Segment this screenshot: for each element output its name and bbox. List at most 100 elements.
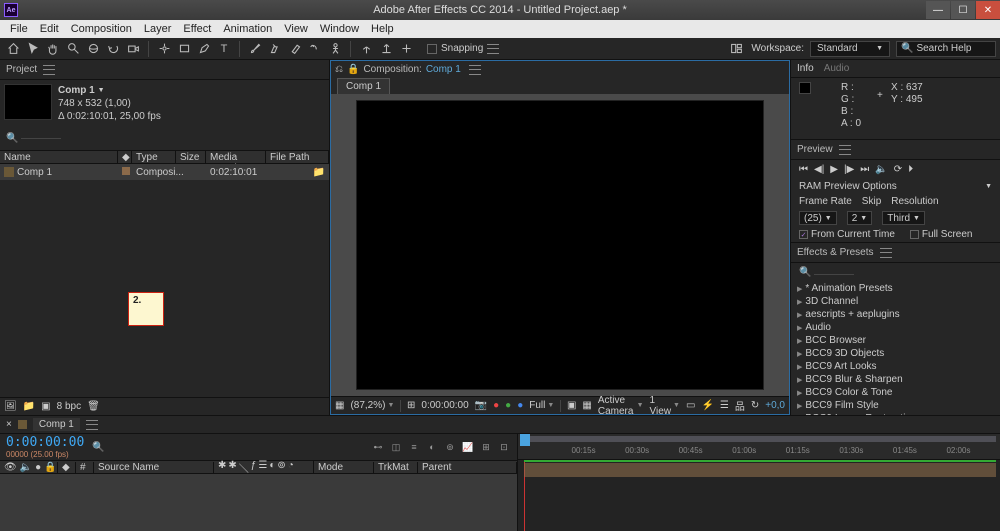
menu-help[interactable]: Help <box>365 23 400 35</box>
snapping-menu-icon[interactable] <box>487 44 499 54</box>
pixel-aspect-icon[interactable]: ▭ <box>686 400 695 411</box>
effect-category[interactable]: ▶aescripts + aeplugins <box>795 308 996 321</box>
speaker-column-icon[interactable]: 🔈 <box>20 462 32 473</box>
project-search-input[interactable]: 🔍 <box>6 133 323 144</box>
project-tab[interactable]: Project <box>6 64 37 75</box>
disclosure-triangle-icon[interactable]: ▶ <box>797 285 802 293</box>
tl-brain-icon[interactable]: ⊚ <box>443 440 457 454</box>
timeline-search-icon[interactable]: 🔍 <box>92 442 104 453</box>
from-current-checkbox[interactable]: ✓ <box>799 230 808 239</box>
menu-effect[interactable]: Effect <box>177 23 217 35</box>
menu-file[interactable]: File <box>4 23 34 35</box>
snapshot-icon[interactable]: 📷 <box>475 400 487 411</box>
maximize-button[interactable]: ☐ <box>951 1 975 19</box>
tl-draft3d-icon[interactable]: ◫ <box>389 440 403 454</box>
comp-panel-menu-icon[interactable] <box>469 65 481 75</box>
disclosure-triangle-icon[interactable]: ▶ <box>797 389 802 397</box>
world-axis-icon[interactable] <box>377 40 395 58</box>
mode-column[interactable]: Mode <box>314 462 374 473</box>
col-size[interactable]: Size <box>176 151 206 163</box>
comp-flowchart-icon[interactable]: 品 <box>735 398 745 413</box>
prev-frame-icon[interactable]: ◀| <box>814 164 824 175</box>
effects-tab[interactable]: Effects & Presets <box>797 247 874 258</box>
eye-column-icon[interactable]: 👁 <box>4 462 17 473</box>
preview-tab[interactable]: Preview <box>797 144 833 155</box>
col-media-duration[interactable]: Media Duration <box>206 151 266 163</box>
tl-motion-blur-icon[interactable]: ◐ <box>425 440 439 454</box>
menu-edit[interactable]: Edit <box>34 23 65 35</box>
workspace-dropdown[interactable]: Standard▼ <box>810 41 890 57</box>
playhead-indicator[interactable] <box>520 434 530 446</box>
disclosure-triangle-icon[interactable]: ▶ <box>797 324 802 332</box>
effects-menu-icon[interactable] <box>880 248 892 258</box>
transparency-grid-icon[interactable]: ▦ <box>582 400 591 411</box>
exposure-value[interactable]: +0,0 <box>765 400 785 411</box>
fast-preview-icon[interactable]: ⚡ <box>701 400 713 411</box>
preview-menu-icon[interactable] <box>839 145 851 155</box>
tl-frame-blend-icon[interactable]: ≡ <box>407 440 421 454</box>
zoom-tool-icon[interactable] <box>64 40 82 58</box>
project-item-comp1[interactable]: Comp 1 Composi... 0:02:10:01 📁 <box>0 164 329 180</box>
timeline-menu-icon[interactable] <box>86 420 98 430</box>
home-tool-icon[interactable] <box>4 40 22 58</box>
col-file-path[interactable]: File Path <box>266 151 329 163</box>
composition-canvas[interactable] <box>356 100 764 390</box>
tl-aac-icon[interactable]: ⊞ <box>479 440 493 454</box>
lock-icon[interactable]: 🔒 <box>347 64 359 75</box>
col-type[interactable]: Type <box>132 151 176 163</box>
pan-behind-tool-icon[interactable] <box>155 40 173 58</box>
disclosure-triangle-icon[interactable]: ▶ <box>797 415 802 416</box>
resolution-dropdown[interactable]: Full▼ <box>529 400 554 411</box>
flowchart-icon[interactable]: ⎌ <box>335 64 343 75</box>
effect-category[interactable]: ▶* Animation Presets <box>795 282 996 295</box>
roi-icon[interactable]: ▣ <box>567 400 576 411</box>
layer-duration-bar[interactable] <box>524 463 996 477</box>
menu-view[interactable]: View <box>278 23 314 35</box>
puppet-tool-icon[interactable] <box>326 40 344 58</box>
effect-category[interactable]: ▶BCC Browser <box>795 334 996 347</box>
orbit-tool-icon[interactable] <box>84 40 102 58</box>
zoom-dropdown[interactable]: (87,2%)▼ <box>350 400 394 411</box>
camera-dropdown[interactable]: Active Camera▼ <box>598 395 644 417</box>
effect-category[interactable]: ▶3D Channel <box>795 295 996 308</box>
time-ruler[interactable]: 00:15s00:30s00:45s01:00s01:15s01:30s01:4… <box>518 434 1000 460</box>
timeline-layer-area[interactable] <box>0 474 517 531</box>
comp-thumbnail[interactable] <box>4 84 52 120</box>
timeline-tab-comp1[interactable]: Comp 1 <box>33 418 80 431</box>
preview-resolution-dropdown[interactable]: Third▼ <box>882 211 925 225</box>
next-frame-icon[interactable]: |▶ <box>844 164 854 175</box>
effect-category[interactable]: ▶BCC9 Film Style <box>795 399 996 412</box>
brush-tool-icon[interactable] <box>246 40 264 58</box>
resolution-icon[interactable]: ⊞ <box>407 400 415 411</box>
timecode-display[interactable]: 0:00:00:00 <box>421 400 468 411</box>
tab-audio[interactable]: Audio <box>824 63 850 74</box>
interpret-footage-icon[interactable]: 🖼 <box>4 401 17 412</box>
framerate-dropdown[interactable]: (25)▼ <box>799 211 837 225</box>
menu-animation[interactable]: Animation <box>217 23 278 35</box>
comp-panel-active[interactable]: Comp 1 <box>426 64 461 75</box>
first-frame-icon[interactable]: ⏮ <box>799 164 808 175</box>
rectangle-tool-icon[interactable] <box>175 40 193 58</box>
timeline-track-area[interactable] <box>518 460 1000 531</box>
pen-tool-icon[interactable] <box>195 40 213 58</box>
bpc-toggle[interactable]: 8 bpc <box>57 401 81 412</box>
new-folder-icon[interactable]: 📁 <box>23 401 35 412</box>
snapping-checkbox[interactable] <box>427 44 437 54</box>
workspace-icon[interactable] <box>727 40 745 58</box>
delete-icon[interactable]: 🗑 <box>87 401 100 412</box>
loop-icon[interactable]: ⟳ <box>894 164 902 175</box>
roto-tool-icon[interactable] <box>306 40 324 58</box>
skip-dropdown[interactable]: 2▼ <box>847 211 873 225</box>
disclosure-triangle-icon[interactable]: ▶ <box>797 311 802 319</box>
timeline-close-icon[interactable]: × <box>6 419 12 430</box>
disclosure-triangle-icon[interactable]: ▶ <box>797 298 802 306</box>
composition-viewer[interactable] <box>331 94 789 396</box>
view-axis-icon[interactable] <box>397 40 415 58</box>
trkmat-column[interactable]: TrkMat <box>374 462 418 473</box>
effect-category[interactable]: ▶BCC9 3D Objects <box>795 347 996 360</box>
search-help-input[interactable]: 🔍 Search Help <box>896 41 996 57</box>
project-panel-menu-icon[interactable] <box>43 65 55 75</box>
disclosure-triangle-icon[interactable]: ▶ <box>797 363 802 371</box>
disclosure-triangle-icon[interactable]: ▶ <box>797 350 802 358</box>
source-name-column[interactable]: Source Name <box>94 462 214 473</box>
